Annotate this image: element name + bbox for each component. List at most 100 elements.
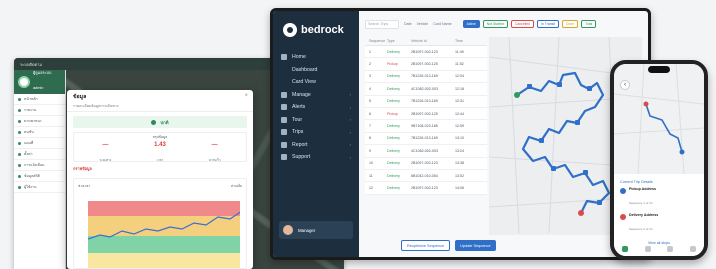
filter-vehicle[interactable]: Vehicle [417,22,429,26]
support-icon [281,154,287,161]
table-cell: Delivery [387,148,400,153]
status-filter-chip[interactable]: Total [581,20,597,28]
nav-item-support[interactable]: Support › [281,151,351,164]
table-cell: 12:59 [455,124,464,129]
nav-item-label: Dashboard [292,66,318,73]
left-app-profile[interactable]: ผู้ดูแลระบบ admin [14,70,65,94]
nav-item-trips[interactable]: Trips › [281,126,351,139]
stat-item: — ระยะทาง [99,142,111,166]
sidebar-item-label: หน้าหลัก [24,97,38,101]
nav-item-home[interactable]: Home [281,51,351,64]
nav-item-tour[interactable]: Tour › [281,114,351,127]
table-cell: 11:49 [455,49,464,54]
view-all-link[interactable]: View all stops [620,241,698,245]
sidebar-item[interactable]: ยานพาหนะ [14,116,65,127]
tab-home-icon[interactable] [622,246,629,252]
table-cell: 11 [369,173,373,178]
table-row[interactable]: 11 Delivery 6B1042-010-054 13:52 [365,169,487,183]
table-cell: Delivery [387,185,400,190]
table-cell: Delivery [387,124,400,129]
sidebar-item[interactable]: ตั้งค่า [14,149,65,160]
left-app-sidebar: ผู้ดูแลระบบ admin หน้าหลักรายงาน ยานพาหนะ… [14,70,66,269]
sidebar-item[interactable]: รายงาน [14,105,65,116]
stats-title: สรุปข้อมูล [152,135,168,139]
nav-item-label: Manage [292,91,311,98]
stop-title: Delivery Address [629,213,659,217]
tab-trips-icon[interactable] [644,246,651,252]
bedrock-app-window: bedrock Home Dashboard Card View Manage › Ale… [270,8,651,260]
col-sequence[interactable]: Sequence [365,39,387,43]
table-row[interactable]: 7 Delivery 9B7108-023-185 12:59 [365,120,487,133]
chart-head-left[interactable]: ช่วงเวลา [78,184,90,189]
sidebar-item[interactable]: คนขับ [14,127,65,138]
table-row[interactable]: 12 Delivery 2B1097-002-123 14:06 [365,182,487,195]
table-cell: 1 [369,49,371,54]
nav-item-report[interactable]: Report › [281,139,351,152]
stat-value: — [102,142,109,148]
table-cell: 13:10 [455,136,464,141]
profile-role: admin [33,86,44,90]
table-cell: Delivery [387,136,400,141]
reoptimize-button[interactable]: Reoptimize Sequence [401,240,451,251]
table-row[interactable]: 5 Delivery 7B1226-013-169 12:31 [365,95,487,108]
table-row[interactable]: 1 Delivery 2B1097-002-123 11:49 [365,46,487,59]
table-row[interactable]: 10 Delivery 2B1097-002-123 13:38 [365,157,487,170]
nav-item-dashboard[interactable]: Dashboard [281,64,351,77]
sidebar-item[interactable]: การแจ้งเตือน [14,160,65,171]
table-cell: 2B1097-002-123 [411,161,438,166]
sidebar-item[interactable]: หน้าหลัก [14,94,65,105]
sidebar-item[interactable]: แผนที่ [14,138,65,149]
sidebar-item[interactable]: ข้อมูลสถิติ [14,171,65,182]
nav-item-alerts[interactable]: Alerts › [281,101,351,114]
col-time[interactable]: Time [455,39,485,43]
status-badge: ปกติ [73,116,247,128]
search-input[interactable]: Search Trips [365,19,399,29]
filter-date[interactable]: Date [404,22,412,26]
table-cell: 5 [369,99,371,104]
status-filter-chip[interactable]: Active [462,20,480,28]
table-row[interactable]: 3 Delivery 7B1226-013-169 12:04 [365,70,487,84]
status-filter-chip[interactable]: Cancelled [510,20,535,28]
table-cell: 12:44 [455,111,464,116]
table-row[interactable]: 6 Pickup 2B1097-002-125 12:44 [365,107,487,121]
list-item[interactable]: Pickup Address Sequence 1 of 12 [620,187,698,209]
bedrock-logo[interactable]: bedrock [273,11,359,51]
table-cell: 4C1082-002-003 [411,148,438,153]
stat-value: 1.43 [154,142,166,148]
bedrock-user-card[interactable]: Manager [279,221,353,239]
nav-item-card-view[interactable]: Card View [281,76,351,89]
table-row[interactable]: 4 Delivery 4C1082-002-003 12:18 [365,83,487,96]
table-cell: 12:18 [455,86,464,91]
table-row[interactable]: 8 Delivery 7B1226-013-169 13:10 [365,132,487,146]
table-cell: 7B1226-013-169 [411,136,438,141]
status-filter-chip[interactable]: In Transit [537,20,559,28]
list-item[interactable]: Delivery Address Sequence 2 of 12 [620,213,698,235]
close-icon[interactable]: × [244,93,248,99]
table-cell: Delivery [387,173,400,178]
nav-item-manage[interactable]: Manage › [281,89,351,102]
chart-plot-area [88,201,240,268]
tab-alerts-icon[interactable] [667,246,674,252]
col-vehicle[interactable]: Vehicle Id [411,39,455,43]
table-cell: 7B1226-013-169 [411,74,438,79]
status-filter-chip[interactable]: Done [562,20,579,28]
table-row[interactable]: 2 Pickup 2B1097-002-125 11:52 [365,58,487,71]
back-icon[interactable]: ‹ [620,80,630,90]
bullet-icon [18,141,21,145]
filter-card-name[interactable]: Card Name [433,22,451,26]
sidebar-item[interactable]: ผู้ใช้งาน [14,182,65,193]
nav-item-label: Alerts [292,104,306,111]
table-row[interactable]: 9 Delivery 4C1082-002-003 13:24 [365,145,487,158]
col-type[interactable]: Type [387,39,411,43]
panel-label: Current Trip Details [620,180,653,184]
table-cell: 2B1097-002-125 [411,62,438,67]
chevron-right-icon: › [349,92,351,98]
tab-profile-icon[interactable] [689,246,696,252]
status-filter-chip[interactable]: Not Started [482,20,508,28]
trip-detail-dialog: ข้อมูล รายละเอียดข้อมูลการเดินทาง × ปกติ… [67,90,253,269]
sequence-actions: Reoptimize Sequence Update Sequence [401,240,496,251]
chart-head-right: ค่าเฉลี่ย [230,183,242,188]
dialog-header: ข้อมูล รายละเอียดข้อมูลการเดินทาง × [67,90,253,112]
delivery-dot-icon [620,214,626,220]
update-sequence-button[interactable]: Update Sequence [455,240,496,251]
